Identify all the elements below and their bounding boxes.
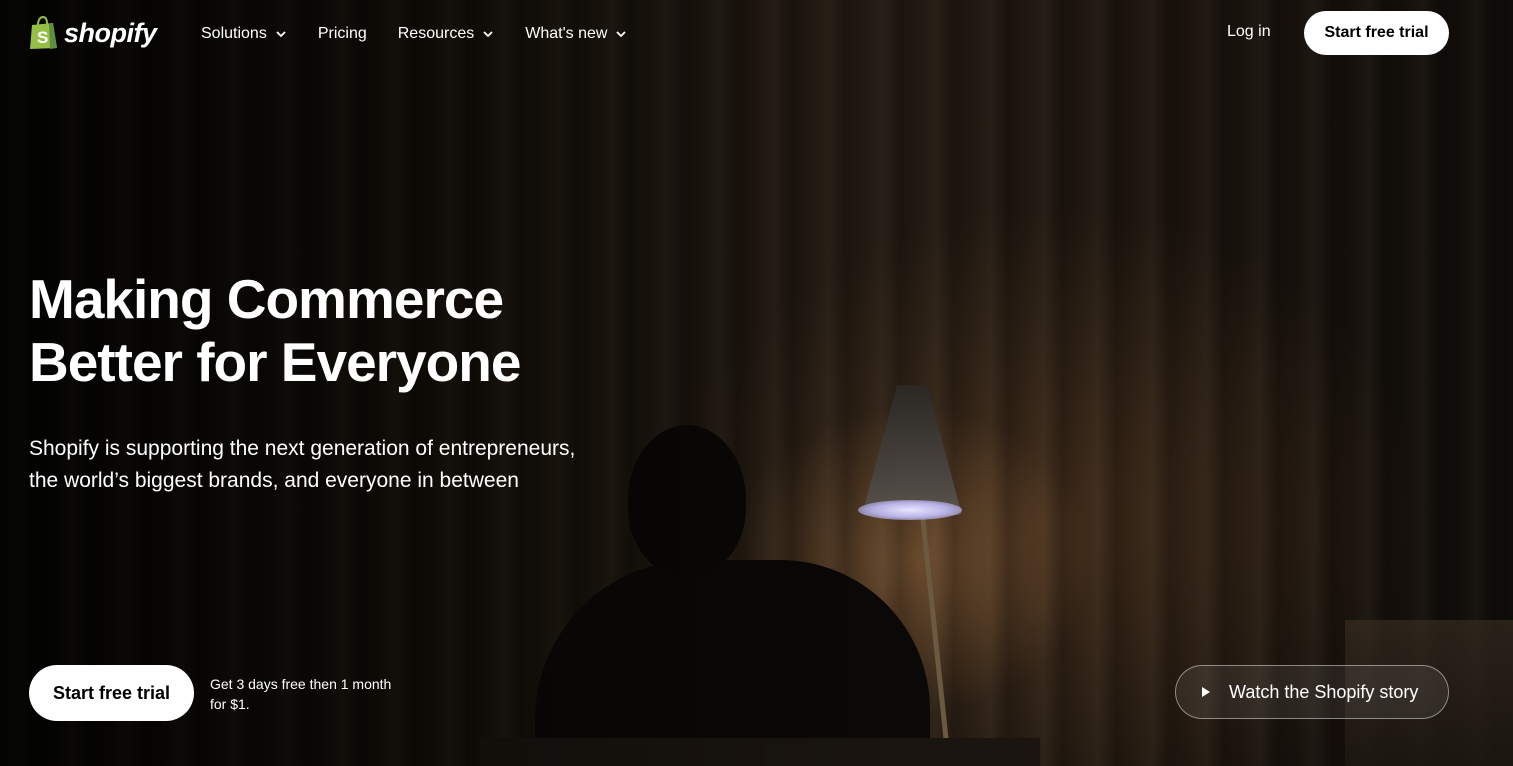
nav-item-whats-new[interactable]: What's new [525,22,627,46]
trial-offer-note: Get 3 days free then 1 month for $1. [210,676,392,712]
shopify-wordmark: shopify [64,17,157,48]
nav-item-label: Resources [397,25,475,42]
login-link[interactable]: Log in [1227,23,1271,41]
start-free-trial-nav-button[interactable]: Start free trial [1304,11,1449,55]
hero-headline-line-1: Making Commerce [29,268,504,330]
hero-headline: Making Commerce Better for Everyone [29,268,649,394]
main-menu: Solutions Pricing Resources What's new [201,22,658,46]
chevron-down-icon [276,31,286,38]
nav-item-pricing[interactable]: Pricing [318,22,367,46]
watch-story-label: Watch the Shopify story [1229,681,1419,702]
svg-text:S: S [37,28,48,47]
top-navigation: S shopify Solutions Pricing Resources Wh… [0,0,1513,68]
watch-shopify-story-button[interactable]: Watch the Shopify story [1175,665,1449,719]
nav-item-label: What's new [525,25,608,42]
nav-item-label: Solutions [201,25,267,42]
start-free-trial-hero-button[interactable]: Start free trial [29,665,194,721]
chevron-down-icon [616,31,627,38]
nav-item-resources[interactable]: Resources [398,22,494,46]
hero-subheading: Shopify is supporting the next generatio… [29,433,629,497]
shopping-bag-icon: S [30,16,57,49]
chevron-down-icon [483,31,493,38]
hero-subheading-line-2: the world’s biggest brands, and everyone… [29,469,519,492]
hero-headline-line-2: Better for Everyone [29,331,521,393]
hero-subheading-line-1: Shopify is supporting the next generatio… [29,437,576,460]
nav-item-solutions[interactable]: Solutions [201,22,287,46]
shopify-homepage: S shopify Solutions Pricing Resources Wh… [0,0,1513,766]
play-icon [1202,687,1210,697]
shopify-logo-link[interactable]: S shopify [29,14,157,52]
nav-item-label: Pricing [317,25,367,42]
